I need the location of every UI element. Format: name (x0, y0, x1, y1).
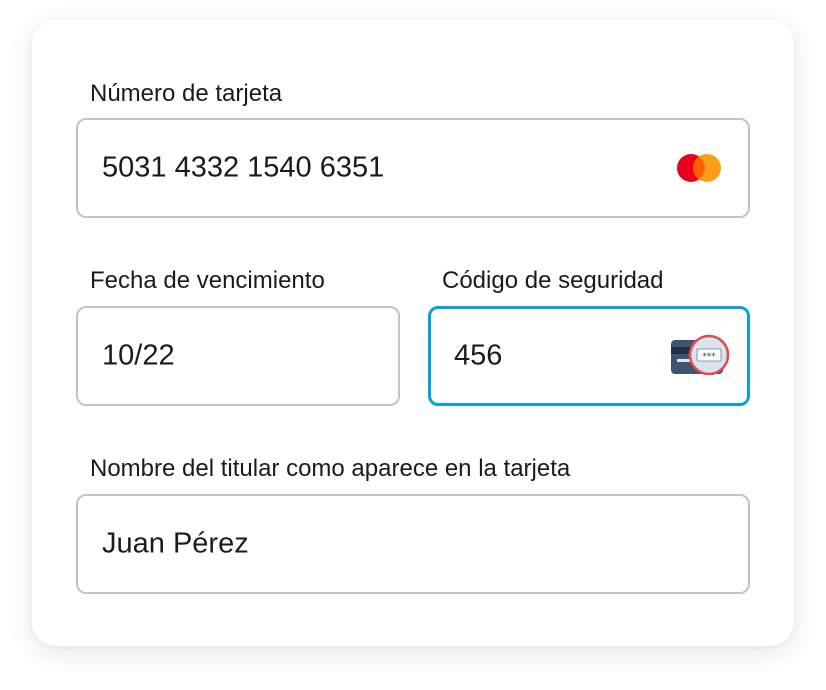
holder-name-value: Juan Pérez (102, 527, 249, 560)
card-cvv-icon: *** (671, 334, 730, 376)
mastercard-icon (677, 154, 721, 182)
expiry-label: Fecha de vencimiento (90, 267, 325, 294)
card-number-label: Número de tarjeta (90, 80, 283, 107)
payment-card-form: Número de tarjeta 5031 4332 1540 6351 Fe… (32, 20, 794, 646)
holder-name-field[interactable]: Juan Pérez (76, 494, 750, 594)
expiry-field[interactable]: 10/22 (76, 306, 400, 406)
security-code-field[interactable]: 456 *** (428, 306, 750, 406)
security-code-value: 456 (454, 339, 503, 372)
expiry-value: 10/22 (102, 339, 175, 372)
cvv-hint-text: *** (702, 352, 716, 362)
holder-name-label: Nombre del titular como aparece en la ta… (90, 455, 571, 482)
card-number-field[interactable]: 5031 4332 1540 6351 (76, 118, 750, 218)
security-code-label: Código de seguridad (442, 267, 664, 294)
card-number-value: 5031 4332 1540 6351 (102, 151, 385, 184)
